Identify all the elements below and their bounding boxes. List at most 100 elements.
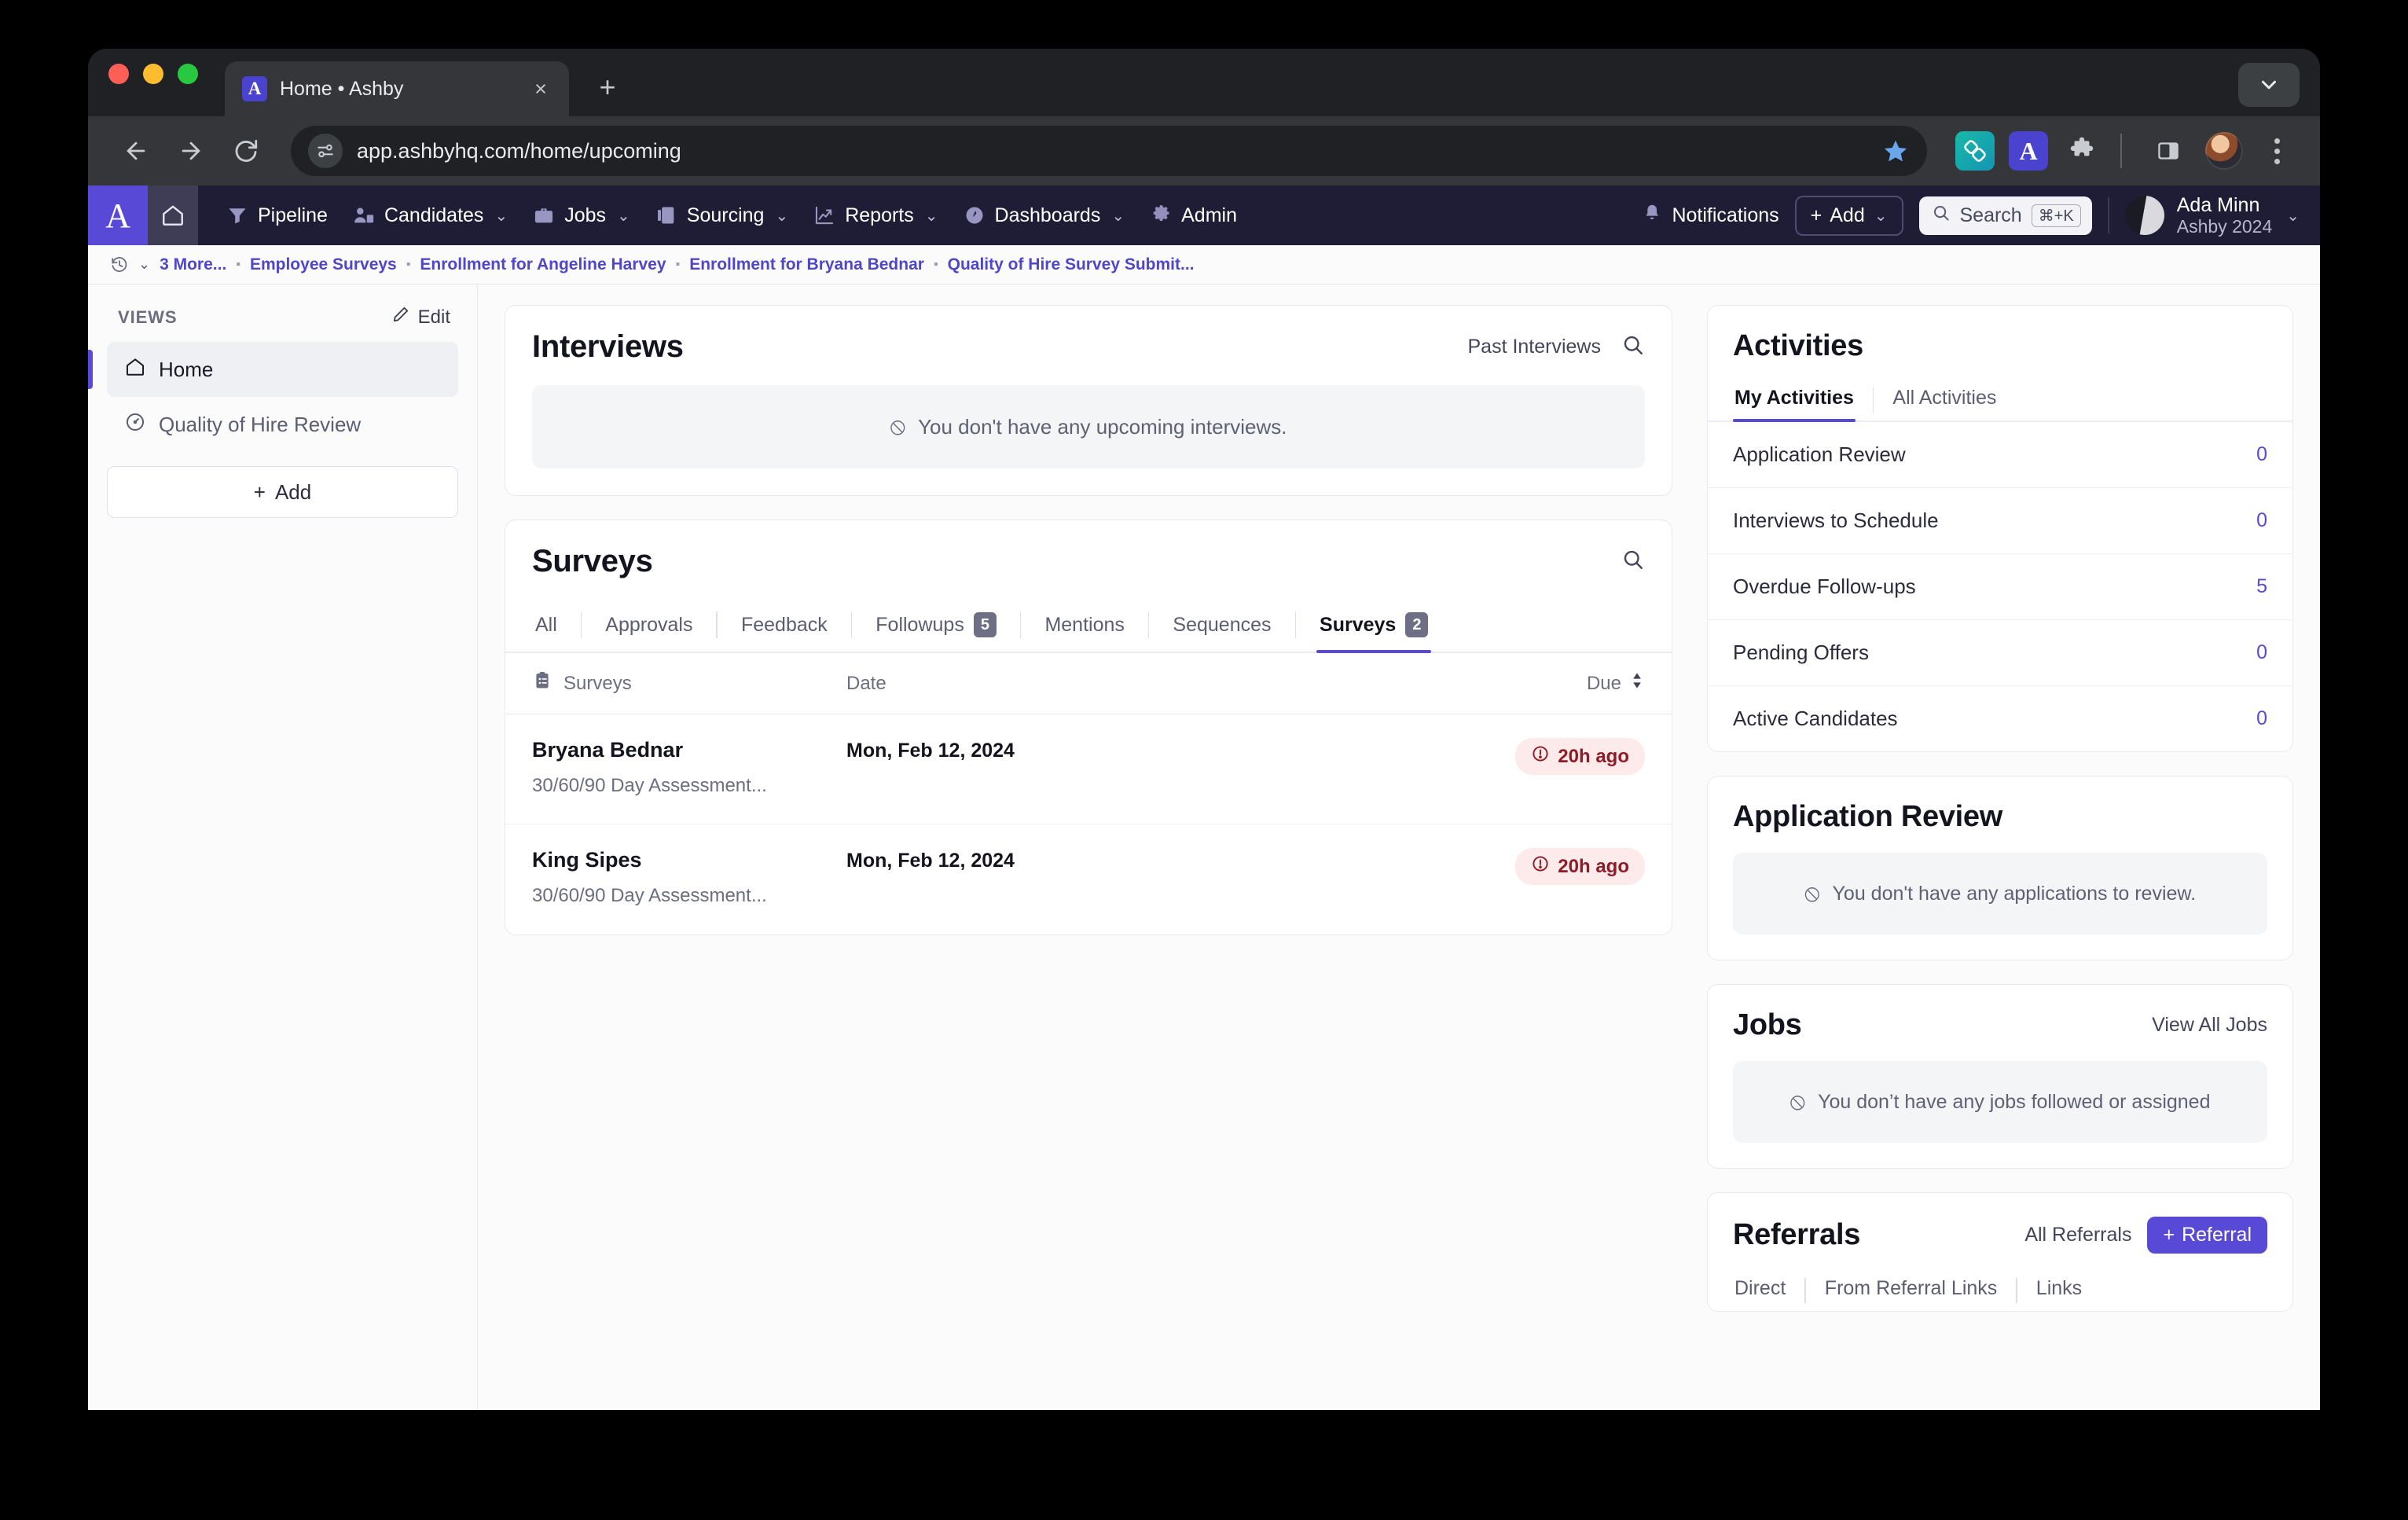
breadcrumb-item[interactable]: Enrollment for Angeline Harvey: [420, 255, 666, 274]
tab-label: Feedback: [740, 613, 828, 636]
tab-surveys[interactable]: Surveys 2: [1316, 604, 1432, 653]
sidebar-item-quality-of-hire-review[interactable]: Quality of Hire Review: [107, 397, 458, 452]
activities-card: Activities My Activities All Activities …: [1707, 305, 2293, 752]
tab-my-activities[interactable]: My Activities: [1733, 384, 1856, 422]
tab-mentions[interactable]: Mentions: [1041, 606, 1127, 651]
tab-label: Followups: [875, 613, 964, 636]
table-row[interactable]: King Sipes 30/60/90 Day Assessment... Mo…: [505, 824, 1672, 934]
sidebar-item-home[interactable]: Home: [88, 342, 458, 397]
browser-tab[interactable]: A Home • Ashby ×: [225, 61, 569, 116]
tab-followups[interactable]: Followups 5: [872, 604, 1000, 652]
search-button[interactable]: Search ⌘+K: [1918, 196, 2092, 235]
add-referral-label: Referral: [2182, 1224, 2252, 1246]
minimize-window-button[interactable]: [143, 64, 163, 84]
search-icon[interactable]: [1621, 548, 1645, 575]
user-org: Ashby 2024: [2176, 215, 2273, 237]
tab-badge: 2: [1405, 612, 1429, 637]
side-panel-icon[interactable]: [2149, 131, 2188, 171]
maximize-window-button[interactable]: [178, 64, 198, 84]
address-bar[interactable]: app.ashbyhq.com/home/upcoming: [291, 126, 1927, 176]
plus-icon: +: [253, 479, 266, 504]
add-button[interactable]: + Add ⌄: [1794, 195, 1903, 236]
notifications-button[interactable]: Notifications: [1642, 203, 1779, 229]
breadcrumb-expand-icon[interactable]: ⌄: [138, 256, 150, 273]
bookmark-star-icon[interactable]: [1875, 130, 1916, 171]
back-button[interactable]: [112, 127, 160, 175]
extension-bitwarden-icon[interactable]: [1955, 131, 1995, 171]
jobs-empty-state: ⦸ You don’t have any jobs followed or as…: [1733, 1061, 2267, 1143]
browser-menu-icon[interactable]: [2257, 138, 2296, 164]
application-review-header: Application Review: [1708, 777, 2292, 834]
nav-item-list: Pipeline Candidates ⌄ Jobs ⌄ Sourcing ⌄ …: [215, 196, 1248, 235]
search-icon[interactable]: [1621, 333, 1645, 361]
tab-all[interactable]: All: [532, 606, 560, 651]
people-icon: [353, 204, 375, 226]
tab-approvals[interactable]: Approvals: [602, 606, 696, 651]
past-interviews-link[interactable]: Past Interviews: [1467, 336, 1601, 358]
tab-links[interactable]: Links: [2035, 1274, 2083, 1311]
surveys-tab-list: All Approvals Feedback Followups 5 Menti…: [505, 604, 1672, 653]
edit-views-button[interactable]: Edit: [391, 305, 450, 329]
reload-button[interactable]: [222, 127, 270, 175]
activity-row-interviews-to-schedule[interactable]: Interviews to Schedule 0: [1708, 488, 2292, 554]
nav-home-button[interactable]: [148, 185, 198, 245]
nav-item-jobs[interactable]: Jobs ⌄: [522, 196, 641, 235]
nav-item-sourcing[interactable]: Sourcing ⌄: [644, 196, 799, 235]
ashby-favicon-icon: A: [242, 76, 267, 101]
site-settings-icon[interactable]: [308, 134, 343, 168]
activities-tab-list: My Activities All Activities: [1708, 384, 2292, 422]
tab-sequences[interactable]: Sequences: [1169, 606, 1274, 651]
gauge-icon: [964, 204, 986, 226]
tab-feedback[interactable]: Feedback: [738, 606, 831, 651]
tab-direct[interactable]: Direct: [1733, 1274, 1787, 1311]
activity-row-overdue-follow-ups[interactable]: Overdue Follow-ups 5: [1708, 554, 2292, 620]
view-all-jobs-link[interactable]: View All Jobs: [2152, 1014, 2267, 1037]
tab-list-chevron-down-icon[interactable]: [2238, 63, 2300, 107]
extension-ashby-icon[interactable]: A: [2009, 131, 2048, 171]
breadcrumb-item[interactable]: Enrollment for Bryana Bednar: [689, 255, 924, 274]
survey-candidate-name: Bryana Bednar: [532, 738, 684, 762]
activity-row-pending-offers[interactable]: Pending Offers 0: [1708, 620, 2292, 686]
nav-item-dashboards[interactable]: Dashboards ⌄: [953, 196, 1136, 235]
add-referral-button[interactable]: + Referral: [2147, 1217, 2267, 1254]
nav-item-candidates[interactable]: Candidates ⌄: [342, 196, 519, 235]
nav-item-pipeline[interactable]: Pipeline: [215, 196, 339, 235]
column-header-due[interactable]: Due: [1587, 671, 1645, 696]
forward-button[interactable]: [167, 127, 215, 175]
close-window-button[interactable]: [108, 64, 129, 84]
user-menu-button[interactable]: Ada Minn Ashby 2024 ⌄: [2124, 194, 2300, 237]
add-view-button[interactable]: + Add: [107, 466, 458, 518]
app-body: VIEWS Edit Home Quality of Hire Review +…: [88, 285, 2320, 1410]
ashby-logo-icon[interactable]: A: [88, 185, 148, 245]
breadcrumb-more[interactable]: 3 More...: [160, 255, 226, 274]
activity-count: 0: [2256, 443, 2267, 465]
activity-label: Active Candidates: [1733, 707, 1898, 730]
sourcing-icon: [655, 204, 677, 226]
tab-all-activities[interactable]: All Activities: [1891, 384, 1998, 420]
all-referrals-link[interactable]: All Referrals: [2024, 1224, 2131, 1246]
nav-item-reports[interactable]: Reports ⌄: [802, 196, 949, 235]
browser-profile-avatar[interactable]: [2205, 132, 2243, 170]
breadcrumb-item[interactable]: Employee Surveys: [250, 255, 397, 274]
extensions-puzzle-icon[interactable]: [2062, 131, 2101, 171]
activity-row-active-candidates[interactable]: Active Candidates 0: [1708, 686, 2292, 751]
table-row[interactable]: Bryana Bednar 30/60/90 Day Assessment...…: [505, 714, 1672, 824]
right-rail: Activities My Activities All Activities …: [1699, 285, 2320, 1410]
history-icon[interactable]: [110, 255, 129, 274]
tab-divider: [1019, 611, 1022, 638]
nav-label: Sourcing: [686, 204, 765, 226]
breadcrumb-separator: ▪: [236, 257, 240, 271]
survey-date: Mon, Feb 12, 2024: [846, 740, 1015, 762]
tab-from-referral-links[interactable]: From Referral Links: [1823, 1274, 1999, 1311]
breadcrumb-item[interactable]: Quality of Hire Survey Submit...: [948, 255, 1195, 274]
activity-row-application-review[interactable]: Application Review 0: [1708, 422, 2292, 488]
nav-divider: [2107, 197, 2109, 233]
app-viewport: A Pipeline Candidates ⌄ Jobs ⌄ Sourcing …: [88, 185, 2320, 1410]
new-tab-button[interactable]: +: [589, 69, 626, 105]
main-content: Interviews Past Interviews ⦸ You don't h…: [478, 285, 1699, 1410]
surveys-title: Surveys: [532, 544, 653, 578]
close-tab-icon[interactable]: ×: [527, 75, 555, 103]
nav-item-admin[interactable]: Admin: [1139, 196, 1248, 235]
column-header-date: Date: [846, 672, 886, 694]
add-label: Add: [1830, 204, 1865, 226]
